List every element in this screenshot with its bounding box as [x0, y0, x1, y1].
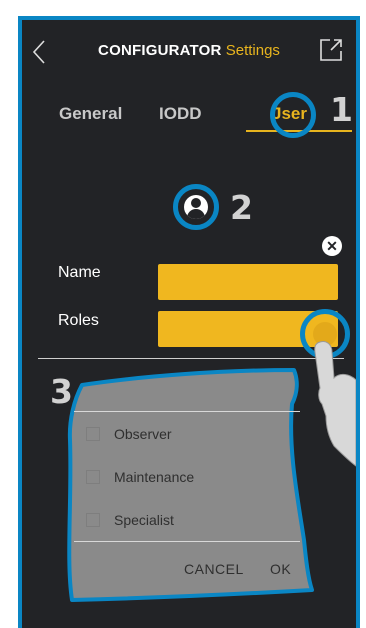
- option-label: Observer: [114, 426, 172, 442]
- role-option-maintenance[interactable]: Maintenance: [86, 469, 194, 485]
- option-label: Specialist: [114, 512, 174, 528]
- dropdown-bottom-divider: [74, 541, 300, 542]
- checkbox[interactable]: [86, 470, 100, 484]
- role-option-observer[interactable]: Observer: [86, 426, 172, 442]
- checkbox[interactable]: [86, 513, 100, 527]
- ok-button[interactable]: OK: [270, 561, 291, 577]
- dropdown-top-divider: [74, 411, 300, 412]
- cancel-button[interactable]: CANCEL: [184, 561, 244, 577]
- checkbox[interactable]: [86, 427, 100, 441]
- roles-dropdown-panel: [67, 368, 314, 602]
- role-option-specialist[interactable]: Specialist: [86, 512, 174, 528]
- option-label: Maintenance: [114, 469, 195, 485]
- app-screen: CONFIGURATOR Settings General IODD Jser …: [22, 20, 356, 628]
